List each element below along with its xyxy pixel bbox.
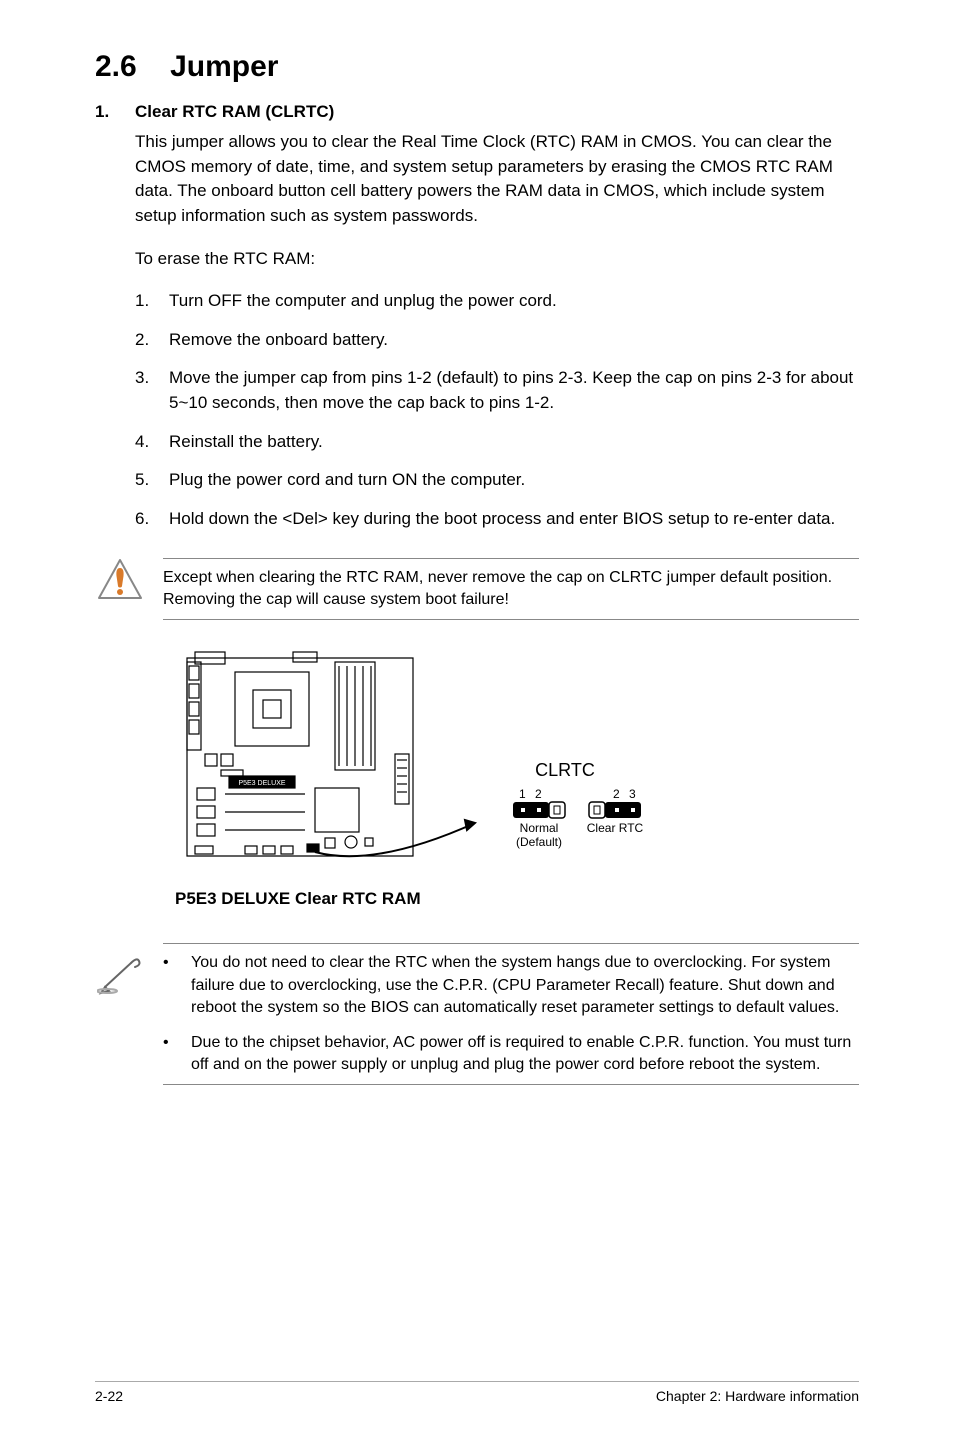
step-text: Move the jumper cap from pins 1-2 (defau… [169,366,859,415]
step-num: 3. [135,366,169,391]
note-text: Due to the chipset behavior, AC power of… [191,1032,859,1077]
board-label-text: P5E3 DELUXE [238,780,285,787]
item-para-2: To erase the RTC RAM: [135,247,859,272]
warning-icon [95,558,145,600]
note-item-2: •Due to the chipset behavior, AC power o… [163,1032,859,1077]
svg-text:Clear RTC: Clear RTC [587,821,644,835]
diagram-caption: P5E3 DELUXE Clear RTC RAM [175,889,859,909]
step-1: 1.Turn OFF the computer and unplug the p… [135,289,859,314]
step-5: 5.Plug the power cord and turn ON the co… [135,468,859,493]
note-item-1: •You do not need to clear the RTC when t… [163,952,859,1019]
item-heading: Clear RTC RAM (CLRTC) [135,102,334,122]
step-text: Plug the power cord and turn ON the comp… [169,468,525,493]
page: 2.6 Jumper 1. Clear RTC RAM (CLRTC) This… [0,0,954,1438]
step-num: 2. [135,328,169,353]
bullet-dot: • [163,1032,191,1054]
section-number: 2.6 [95,50,137,83]
note-text-block: •You do not need to clear the RTC when t… [163,943,859,1085]
svg-text:(Default): (Default) [516,835,562,849]
item-para-1: This jumper allows you to clear the Real… [135,130,859,229]
steps-list: 1.Turn OFF the computer and unplug the p… [135,289,859,531]
step-6: 6.Hold down the <Del> key during the boo… [135,507,859,532]
step-4: 4.Reinstall the battery. [135,430,859,455]
step-num: 6. [135,507,169,532]
svg-text:2: 2 [613,787,620,801]
step-text: Hold down the <Del> key during the boot … [169,507,835,532]
step-num: 5. [135,468,169,493]
note-text: You do not need to clear the RTC when th… [191,952,859,1019]
step-text: Reinstall the battery. [169,430,323,455]
warning-text: Except when clearing the RTC RAM, never … [163,558,859,621]
warning-callout: Except when clearing the RTC RAM, never … [95,550,859,629]
footer-page-number: 2-22 [95,1388,123,1404]
step-text: Remove the onboard battery. [169,328,388,353]
page-footer: 2-22 Chapter 2: Hardware information [95,1381,859,1404]
board-diagram: P5E3 DELUXE CLRTC 1 2 Normal [175,648,859,883]
step-3: 3.Move the jumper cap from pins 1-2 (def… [135,366,859,415]
item-heading-row: 1. Clear RTC RAM (CLRTC) [95,102,859,122]
section-name: Jumper [170,50,278,83]
step-2: 2.Remove the onboard battery. [135,328,859,353]
pins-title-text: CLRTC [535,760,595,780]
step-text: Turn OFF the computer and unplug the pow… [169,289,557,314]
svg-text:Normal: Normal [520,821,559,835]
note-callout: •You do not need to clear the RTC when t… [95,935,859,1093]
note-icon [95,943,145,995]
step-num: 1. [135,289,169,314]
svg-text:2: 2 [535,787,542,801]
step-num: 4. [135,430,169,455]
bullet-dot: • [163,952,191,974]
section-title: 2.6 Jumper [95,50,859,84]
footer-chapter: Chapter 2: Hardware information [656,1388,859,1404]
svg-text:3: 3 [629,787,636,801]
svg-text:1: 1 [519,787,526,801]
item-number: 1. [95,102,135,122]
